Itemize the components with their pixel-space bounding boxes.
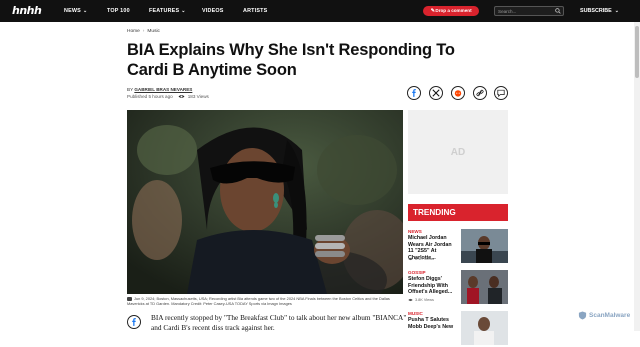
scanmalware-watermark: ScanMalware <box>578 311 630 320</box>
chevron-down-icon: ⌄ <box>181 8 186 14</box>
x-icon <box>432 89 440 97</box>
hero-image <box>127 110 403 294</box>
nav-item-features[interactable]: FEATURES ⌄ <box>149 0 186 22</box>
nav-label: FEATURES <box>149 8 180 14</box>
eye-icon <box>408 298 413 302</box>
ad-slot[interactable]: AD <box>408 110 508 194</box>
link-icon <box>476 89 484 97</box>
share-facebook-button[interactable] <box>407 86 421 100</box>
hero-photo <box>127 110 403 294</box>
search-input[interactable] <box>498 7 554 15</box>
eye-icon <box>408 257 413 261</box>
facebook-share-button[interactable] <box>127 315 141 329</box>
shield-icon <box>578 311 587 320</box>
chevron-down-icon: ⌄ <box>614 8 619 14</box>
nav-label: ARTISTS <box>243 8 268 14</box>
byline-prefix: BY <box>127 87 134 92</box>
breadcrumb: Home › Music <box>127 29 160 34</box>
image-caption: Jun 9, 2024; Boston, Massachusetts, USA;… <box>127 296 403 307</box>
trending-views: 6.1K Views <box>408 257 434 261</box>
breadcrumb-music[interactable]: Music <box>147 29 160 34</box>
trending-title: Pusha T Salutes Mobb Deep's New <box>408 317 454 330</box>
subscribe-label: SUBSCRIBE <box>580 8 612 14</box>
nav-item-top100[interactable]: TOP 100 <box>107 0 130 22</box>
view-count: 183 Views <box>187 94 209 99</box>
article-body: BIA recently stopped by "The Breakfast C… <box>151 313 407 332</box>
scrollbar-thumb[interactable] <box>635 26 639 78</box>
subscribe-button[interactable]: SUBSCRIBE ⌄ <box>580 0 619 22</box>
breadcrumb-home[interactable]: Home <box>127 29 140 34</box>
watermark-text: ScanMalware <box>589 312 631 319</box>
nav-label: VIDEOS <box>202 8 224 14</box>
article-headline: BIA Explains Why She Isn't Responding To… <box>127 41 455 79</box>
facebook-icon <box>412 89 416 97</box>
published-time: Published 5 hours ago <box>127 94 173 99</box>
trending-header: TRENDING <box>408 204 508 221</box>
trending-title: Stefon Diggs' Friendship With Offset's A… <box>408 276 453 296</box>
trending-views-text: 3.8K Views <box>415 298 434 302</box>
share-link-button[interactable] <box>473 86 487 100</box>
scrollbar[interactable] <box>634 22 640 331</box>
trending-category: GOSSIP <box>408 270 426 275</box>
trending-category: NEWS <box>408 229 422 234</box>
trending-category: MUSIC <box>408 311 423 316</box>
reddit-icon <box>454 90 462 97</box>
byline: BY GABRIEL BRAS NEVARES <box>127 87 192 92</box>
trending-item[interactable]: GOSSIP Stefon Diggs' Friendship With Off… <box>408 270 508 306</box>
caption-text: Jun 9, 2024; Boston, Massachusetts, USA;… <box>127 296 390 307</box>
trending-item[interactable]: MUSIC Pusha T Salutes Mobb Deep's New <box>408 311 508 347</box>
eye-icon <box>178 95 185 98</box>
trending-views-text: 6.1K Views <box>415 257 434 261</box>
site-logo[interactable]: hnhh <box>12 3 44 19</box>
nav-item-artists[interactable]: ARTISTS <box>243 0 267 22</box>
chevron-down-icon: ⌄ <box>82 8 88 14</box>
trending-views: 3.8K Views <box>408 298 434 302</box>
author-link[interactable]: GABRIEL BRAS NEVARES <box>134 87 192 92</box>
comment-icon <box>497 89 505 97</box>
article-meta: Published 5 hours ago 183 Views <box>127 94 209 99</box>
drop-comment-button[interactable]: ✎Drop a comment <box>423 6 479 16</box>
trending-thumbnail <box>461 311 508 345</box>
search-box <box>494 6 564 16</box>
trending-thumbnail <box>461 270 508 304</box>
breadcrumb-separator-icon: › <box>142 29 145 34</box>
nav-item-videos[interactable]: VIDEOS <box>202 0 224 22</box>
share-comment-button[interactable] <box>494 86 508 100</box>
nav-label: NEWS <box>64 8 81 14</box>
nav-label: TOP 100 <box>107 8 130 14</box>
camera-icon <box>127 296 132 301</box>
trending-thumbnail <box>461 229 508 263</box>
trending-item[interactable]: NEWS Michael Jordan Wears Air Jordan 11 … <box>408 229 508 265</box>
nav-item-news[interactable]: NEWS ⌄ <box>64 0 87 22</box>
search-icon[interactable] <box>555 8 561 14</box>
drop-comment-label: Drop a comment <box>435 8 472 13</box>
share-reddit-button[interactable] <box>451 86 465 100</box>
facebook-icon <box>132 318 136 326</box>
top-nav: hnhh NEWS ⌄ TOP 100 FEATURES ⌄ VIDEOS ARTI… <box>0 0 640 22</box>
share-x-button[interactable] <box>429 86 443 100</box>
